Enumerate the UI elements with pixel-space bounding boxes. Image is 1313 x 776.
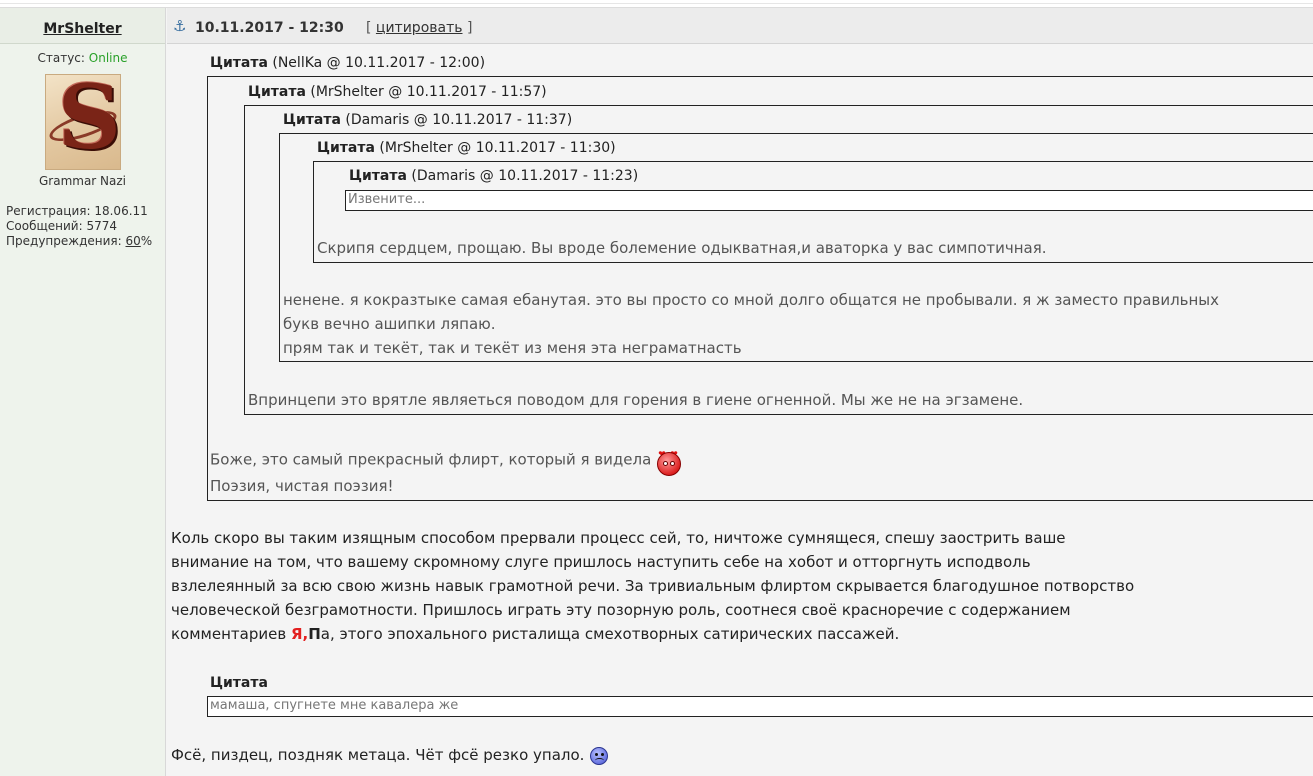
quote-text-1-line-1: Боже, это самый прекрасный флирт, которы… [210, 443, 683, 477]
love-smiley-icon: ❤❤ [655, 443, 683, 477]
quote-label: Цитата [283, 112, 341, 128]
quote-header-5: Цитата (Damaris @ 10.11.2017 - 11:23) [349, 168, 638, 184]
quote-label: Цитата [248, 84, 306, 100]
reg-value: 18.06.11 [94, 204, 148, 218]
cite-close-bracket: ] [466, 20, 473, 36]
highlight-ya: Я [290, 625, 303, 643]
cite-block: [ цитировать ] [366, 20, 472, 36]
quote-meta: (MrShelter @ 10.11.2017 - 11:57) [310, 84, 547, 100]
author-status: Статус: Online [0, 51, 165, 65]
avatar-letter: S [57, 74, 121, 169]
body-line-1: Коль скоро вы таким изящным способом пре… [171, 529, 1066, 547]
quote-header-simple: Цитата [210, 675, 268, 691]
quote-label: Цитата [317, 140, 375, 156]
warn-suffix: % [140, 234, 153, 248]
quote-header-4: Цитата (MrShelter @ 10.11.2017 - 11:30) [317, 140, 616, 156]
quote-box-simple: мамаша, спугнете мне кавалера же [207, 696, 1313, 717]
posts-value: 5774 [86, 219, 118, 233]
quote-text-2: Впринцепи это врятле являеться поводом д… [248, 391, 1024, 409]
anchor-icon[interactable]: ⚓ [173, 17, 186, 35]
top-divider [0, 0, 1313, 8]
quote-meta: (NellKa @ 10.11.2017 - 12:00) [272, 55, 486, 71]
author-rank: Grammar Nazi [38, 174, 127, 188]
quote-meta: (MrShelter @ 10.11.2017 - 11:30) [379, 140, 616, 156]
cite-open-bracket: [ [366, 20, 372, 36]
quote-text-1-line-2: Поэзия, чистая поэзия! [210, 477, 394, 495]
quote-meta: (Damaris @ 10.11.2017 - 11:37) [345, 112, 573, 128]
quote-text-3-line-3: прям так и текёт, так и текёт из меня эт… [283, 339, 742, 357]
author-stats: Регистрация: 18.06.11 Сообщений: 5774 Пр… [0, 204, 165, 249]
highlight-p: П [308, 625, 321, 643]
quote-label: Цитата [349, 168, 407, 184]
posts-label: Сообщений: [6, 219, 83, 233]
quote-label: Цитата [210, 55, 268, 71]
quote-text-3-line-2: букв вечно ашипки ляпаю. [283, 315, 496, 333]
quote-box-5: Извените... [345, 190, 1313, 211]
body-line-2: внимание на том, что вашему скромному сл… [171, 553, 1031, 571]
body-text: комментариев [171, 625, 291, 643]
quote-text-1-content: Боже, это самый прекрасный флирт, которы… [210, 450, 652, 469]
footer-text: Фсё, пиздец, поздняк метаца. Чёт фсё рез… [171, 746, 585, 764]
quote-text-4: Скрипя сердцем, прощаю. Вы вроде болемен… [317, 239, 1047, 257]
body-text: а, этого эпохального ристалища смехотвор… [320, 625, 900, 643]
quote-text-3-line-1: ненене. я кокразтыке самая ебанутая. это… [283, 291, 1220, 309]
quote-header-2: Цитата (MrShelter @ 10.11.2017 - 11:57) [248, 84, 547, 100]
reg-label: Регистрация: [6, 204, 91, 218]
author-panel: MrShelter Статус: Online S Grammar Nazi … [0, 8, 166, 776]
body-line-3: взлелеянный за всю свою жизнь навык грам… [171, 577, 1135, 595]
sad-smiley-icon [590, 746, 609, 765]
quote-meta: (Damaris @ 10.11.2017 - 11:23) [411, 168, 639, 184]
status-online: Online [88, 51, 128, 65]
avatar[interactable]: S [44, 74, 121, 170]
status-label: Статус: [37, 51, 85, 65]
warn-label: Предупреждения: [6, 234, 122, 248]
warn-value-link[interactable]: 60 [126, 234, 141, 248]
footer-line: Фсё, пиздец, поздняк метаца. Чёт фсё рез… [171, 743, 609, 767]
cite-link[interactable]: цитировать [376, 20, 463, 36]
post-datetime: 10.11.2017 - 12:30 [195, 20, 344, 36]
quote-label: Цитата [210, 675, 268, 691]
quote-header-3: Цитата (Damaris @ 10.11.2017 - 11:37) [283, 112, 572, 128]
quote-header-1: Цитата (NellKa @ 10.11.2017 - 12:00) [210, 55, 485, 71]
stat-registration: Регистрация: 18.06.11 [6, 204, 165, 219]
body-line-5: комментариев Я,Па, этого эпохального рис… [171, 622, 899, 646]
stat-posts: Сообщений: 5774 [6, 219, 165, 234]
body-line-4: человеческой безграмотности. Пришлось иг… [171, 601, 1071, 619]
stat-warnings: Предупреждения: 60% [6, 234, 165, 249]
author-header: MrShelter [0, 8, 165, 44]
post-header: ⚓ 10.11.2017 - 12:30 [ цитировать ] [167, 8, 1313, 44]
author-name-link[interactable]: MrShelter [43, 21, 121, 37]
